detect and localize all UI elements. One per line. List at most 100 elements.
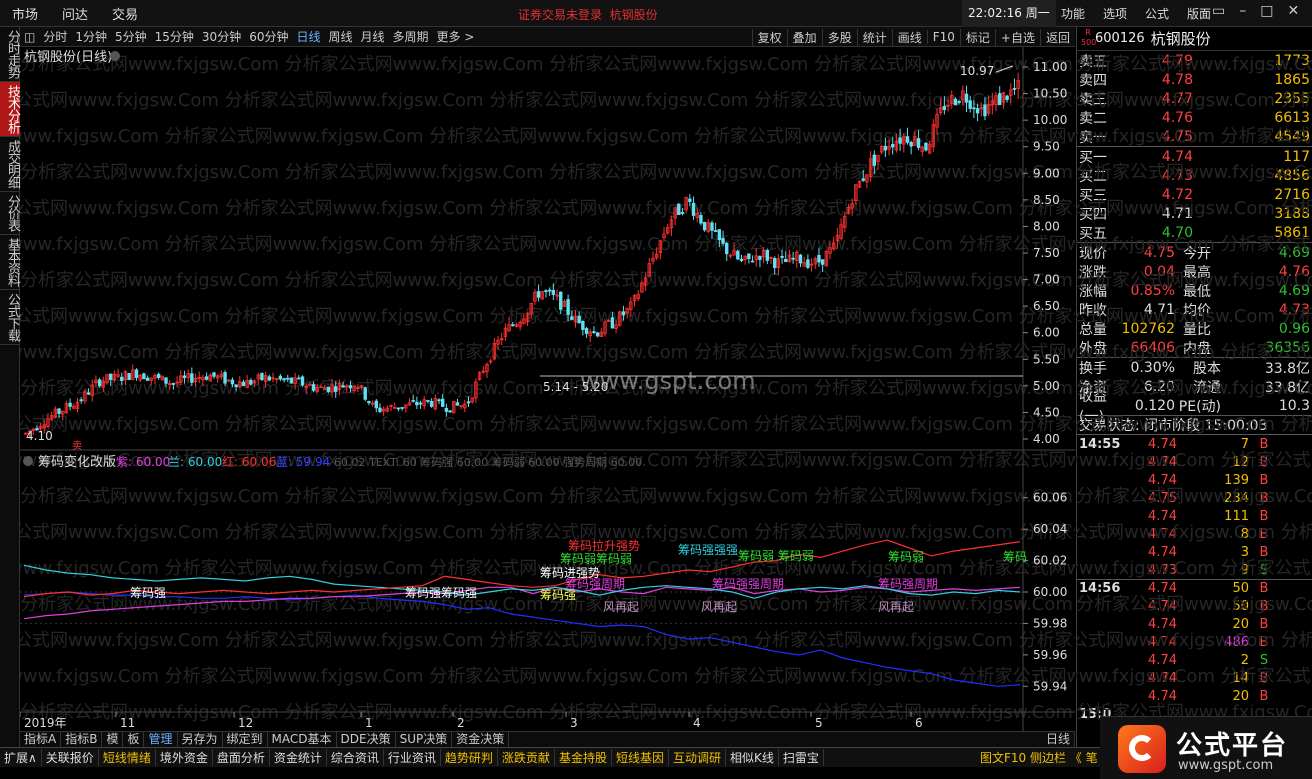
menu-market[interactable]: 市场 <box>0 4 50 23</box>
period-60min[interactable]: 60分钟 <box>245 28 292 45</box>
tool-mark[interactable]: 标记 <box>959 28 995 46</box>
main-chart-title: 杭钢股份(日线) <box>24 50 112 65</box>
bottom-item-3[interactable]: 境外资金 <box>156 749 213 766</box>
bottom-item-2[interactable]: 短线情绪 <box>99 749 156 766</box>
bottom-right-tools[interactable]: 图文F10 侧边栏 《 笔 <box>976 749 1103 766</box>
period-monthly[interactable]: 月线 <box>357 28 389 45</box>
tick-list[interactable]: 14:55 4.74 7 B 4.74 12 B 4.74 139 B 4.75 234 B 4.74 11… <box>1077 435 1312 723</box>
tick-row: 14:56 4.74 50 B <box>1077 579 1312 597</box>
kline-chart[interactable]: 杭钢股份(日线) 11.00 10.50 10.00 9.50 9.00 8.50 8.00… <box>20 47 1075 737</box>
menu-options[interactable]: 选项 <box>1094 5 1136 22</box>
high-pointer <box>995 65 1014 73</box>
bottom-item-12[interactable]: 互动调研 <box>669 749 726 766</box>
close-icon[interactable]: ✕ <box>1287 3 1299 19</box>
candle-body <box>551 289 556 295</box>
stat-value: 0.120 <box>1134 397 1175 414</box>
ind-tab-fund[interactable]: 资金决策 <box>452 732 510 747</box>
ind-tab-manage[interactable]: 管理 <box>144 732 178 747</box>
period-fenshi[interactable]: 分时 <box>39 28 71 45</box>
bottom-item-13[interactable]: 相似K线 <box>726 749 779 766</box>
ind-tab-macd[interactable]: MACD基本 <box>268 732 337 747</box>
period-1min[interactable]: 1分钟 <box>71 28 111 45</box>
tab-technical[interactable]: 技术分析 <box>0 82 20 137</box>
indicator-line-blue <box>23 591 1021 687</box>
period-more[interactable]: 更多 > <box>433 28 479 45</box>
menu-function[interactable]: 功能 <box>1052 5 1094 22</box>
ask-row[interactable]: 卖四 4.78 1865 <box>1077 70 1312 89</box>
bid-row[interactable]: 买一 4.74 117 <box>1077 147 1312 166</box>
tab-fundamentals[interactable]: 基本资料 <box>0 235 20 290</box>
restore-icon[interactable]: ▭ <box>1212 3 1225 19</box>
period-15min[interactable]: 15分钟 <box>151 28 198 45</box>
bottom-item-8[interactable]: 趋势研判 <box>441 749 498 766</box>
ind-tab-bind[interactable]: 绑定到 <box>223 732 268 747</box>
panel-toggle-icon[interactable]: ◫ <box>20 30 39 44</box>
bid-row[interactable]: 买五 4.70 5861 <box>1077 223 1312 242</box>
bid-row[interactable]: 买二 4.73 4856 <box>1077 166 1312 185</box>
candle-body <box>717 229 722 241</box>
bottom-item-4[interactable]: 盘面分析 <box>213 749 270 766</box>
bottom-item-5[interactable]: 资金统计 <box>270 749 327 766</box>
minimize-icon[interactable]: – <box>1239 3 1246 19</box>
x-label: 3 <box>570 716 578 730</box>
ind-tab-dde[interactable]: DDE决策 <box>337 732 396 747</box>
tab-trades[interactable]: 成交明细 <box>0 137 20 192</box>
ind-tab-a[interactable]: 指标A <box>20 732 62 747</box>
tick-side: B <box>1259 688 1269 704</box>
level-label: 买一 <box>1079 149 1107 166</box>
bottom-item-11[interactable]: 短线基因 <box>612 749 669 766</box>
candle-body <box>145 377 150 381</box>
ask-row[interactable]: 卖一 4.75 4549 <box>1077 127 1312 146</box>
menu-wenda[interactable]: 问达 <box>50 4 100 23</box>
indicator-menu-icon[interactable] <box>23 456 33 466</box>
period-weekly[interactable]: 周线 <box>325 28 357 45</box>
bottom-item-9[interactable]: 涨跌贡献 <box>498 749 555 766</box>
ask-row[interactable]: 卖二 4.76 6613 <box>1077 108 1312 127</box>
tab-intraday[interactable]: 分时走势 <box>0 27 20 82</box>
candle-body <box>998 93 1002 106</box>
menu-formula[interactable]: 公式 <box>1136 5 1178 22</box>
tool-adjust[interactable]: 复权 <box>751 28 787 46</box>
candle-body <box>511 324 515 327</box>
tool-draw[interactable]: 画线 <box>891 28 927 46</box>
candle-body <box>968 100 972 109</box>
bottom-item-7[interactable]: 行业资讯 <box>384 749 441 766</box>
chart-menu-icon[interactable] <box>110 51 120 61</box>
bottom-item-6[interactable]: 综合资讯 <box>327 749 384 766</box>
period-daily[interactable]: 日线 <box>292 28 324 45</box>
ind-tab-sup[interactable]: SUP决策 <box>396 732 453 747</box>
period-30min[interactable]: 30分钟 <box>198 28 245 45</box>
bid-row[interactable]: 买三 4.72 2716 <box>1077 185 1312 204</box>
tick-price: 4.74 <box>1148 581 1177 596</box>
tool-overlay[interactable]: 叠加 <box>786 28 822 46</box>
ind-tab-ban[interactable]: 板 <box>123 732 145 747</box>
bid-row[interactable]: 买四 4.71 3188 <box>1077 204 1312 223</box>
maximize-icon[interactable]: □ <box>1260 3 1273 19</box>
ind-tab-saveas[interactable]: 另存为 <box>178 732 223 747</box>
price-tick: 5.50 <box>1033 352 1060 366</box>
tool-f10[interactable]: F10 <box>926 30 960 44</box>
bottom-item-10[interactable]: 基金持股 <box>555 749 612 766</box>
tab-formula-download[interactable]: 公式下载 <box>0 290 20 345</box>
candle-body <box>905 136 910 143</box>
candle-body <box>677 203 681 216</box>
ind-tab-b[interactable]: 指标B <box>61 732 103 747</box>
bottom-item-1[interactable]: 关联报价 <box>42 749 99 766</box>
tool-stats[interactable]: 统计 <box>856 28 892 46</box>
bottom-item-0[interactable]: 扩展∧ <box>0 749 42 766</box>
bottom-item-14[interactable]: 扫雷宝 <box>779 749 824 766</box>
tool-back[interactable]: 返回 <box>1039 28 1075 46</box>
candle-body <box>308 384 312 386</box>
period-5min[interactable]: 5分钟 <box>111 28 151 45</box>
tab-price-table[interactable]: 分价表 <box>0 192 20 235</box>
ask-row[interactable]: 卖五 4.79 1773 <box>1077 51 1312 70</box>
ask-row[interactable]: 卖三 4.77 2355 <box>1077 89 1312 108</box>
menu-trade[interactable]: 交易 <box>100 4 150 23</box>
stat-label: 内盘 <box>1183 340 1211 357</box>
level-price: 4.77 <box>1161 90 1193 107</box>
period-multi[interactable]: 多周期 <box>389 28 433 45</box>
candle-body <box>772 258 777 268</box>
tool-multi-stock[interactable]: 多股 <box>821 28 857 46</box>
tool-add-watch[interactable]: +自选 <box>994 28 1040 46</box>
ind-tab-mo[interactable]: 模 <box>102 732 124 747</box>
